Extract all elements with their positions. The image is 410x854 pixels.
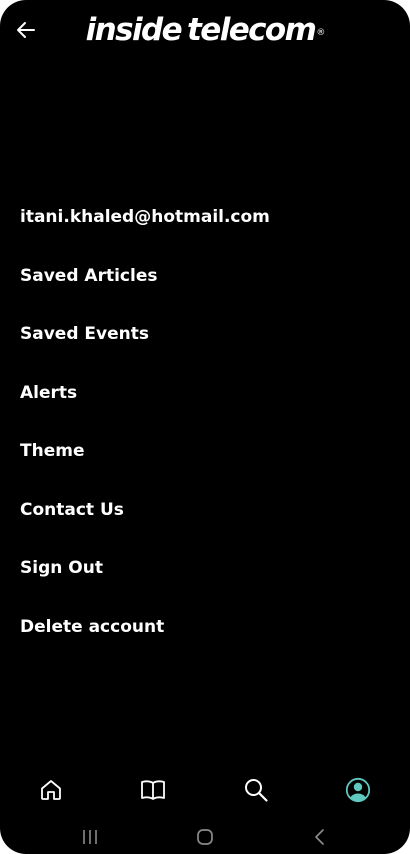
book-icon bbox=[141, 780, 165, 800]
back-chevron-icon bbox=[315, 829, 324, 845]
menu-item-label: Theme bbox=[20, 441, 85, 461]
menu-item-saved-events[interactable]: Saved Events bbox=[20, 313, 390, 372]
home-icon bbox=[41, 780, 61, 800]
menu-item-label: Saved Articles bbox=[20, 265, 158, 286]
search-icon bbox=[245, 779, 268, 802]
bottom-nav-bar bbox=[0, 768, 410, 812]
logo-word-telecom: telecom bbox=[187, 12, 317, 48]
menu-item-label: Saved Events bbox=[20, 324, 149, 344]
logo-registered-mark: ® bbox=[316, 28, 326, 38]
recent-apps-icon bbox=[83, 830, 97, 844]
logo-word-inside: inside bbox=[85, 12, 183, 48]
logo: inside telecom ® bbox=[0, 8, 410, 52]
menu-item-sign-out[interactable]: Sign Out bbox=[20, 547, 390, 606]
menu-item-label: itani.khaled@hotmail.com bbox=[20, 207, 270, 227]
menu-item-alerts[interactable]: Alerts bbox=[20, 372, 390, 431]
system-back-button[interactable] bbox=[306, 824, 334, 850]
menu-item-email[interactable]: itani.khaled@hotmail.com bbox=[20, 196, 390, 255]
menu-item-label: Delete account bbox=[20, 616, 165, 637]
menu-item-theme[interactable]: Theme bbox=[20, 430, 390, 489]
nav-home-button[interactable] bbox=[33, 772, 69, 808]
recent-apps-button[interactable] bbox=[76, 824, 104, 850]
menu-item-label: Sign Out bbox=[20, 558, 103, 578]
screen: inside telecom ® itani.khaled@hotmail.co… bbox=[0, 0, 410, 854]
profile-icon bbox=[345, 777, 371, 803]
menu-item-label: Contact Us bbox=[20, 499, 124, 520]
home-circle-icon bbox=[197, 829, 213, 845]
account-menu: itani.khaled@hotmail.com Saved Articles … bbox=[20, 196, 390, 664]
nav-read-button[interactable] bbox=[135, 772, 171, 808]
system-navigation-bar bbox=[0, 822, 410, 852]
menu-item-label: Alerts bbox=[20, 382, 78, 403]
nav-profile-button[interactable] bbox=[340, 772, 376, 808]
menu-item-delete-account[interactable]: Delete account bbox=[20, 606, 390, 665]
menu-item-saved-articles[interactable]: Saved Articles bbox=[20, 255, 390, 314]
menu-item-contact-us[interactable]: Contact Us bbox=[20, 489, 390, 548]
system-home-button[interactable] bbox=[191, 824, 219, 850]
top-bar: inside telecom ® bbox=[0, 0, 410, 64]
nav-search-button[interactable] bbox=[238, 772, 274, 808]
